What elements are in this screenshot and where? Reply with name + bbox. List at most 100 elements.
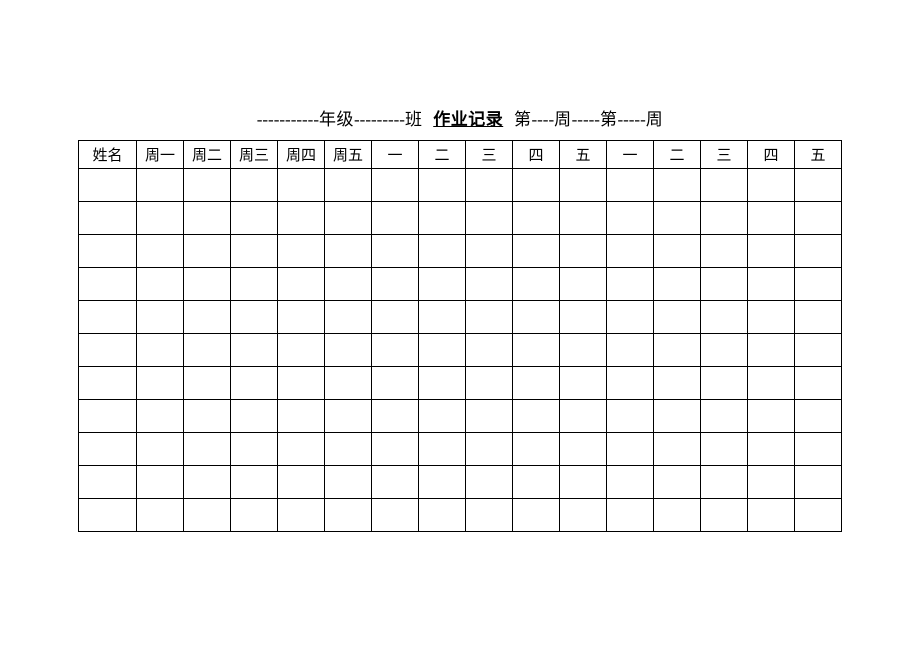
table-cell — [560, 169, 607, 202]
table-cell — [795, 301, 842, 334]
table-cell — [748, 499, 795, 532]
table-row — [79, 301, 842, 334]
table-cell — [513, 202, 560, 235]
table-cell — [278, 169, 325, 202]
table-cell — [419, 235, 466, 268]
header-mon: 周一 — [137, 141, 184, 169]
table-cell — [466, 400, 513, 433]
table-cell — [372, 169, 419, 202]
table-cell — [560, 367, 607, 400]
table-cell — [466, 202, 513, 235]
table-cell — [466, 169, 513, 202]
header-thu: 周四 — [278, 141, 325, 169]
table-cell — [748, 433, 795, 466]
table-cell — [278, 334, 325, 367]
table-cell — [278, 235, 325, 268]
table-cell — [748, 169, 795, 202]
table-cell — [654, 235, 701, 268]
dash-2: --------- — [354, 110, 405, 129]
table-cell — [654, 268, 701, 301]
table-cell — [231, 499, 278, 532]
table-cell — [795, 169, 842, 202]
table-cell — [137, 169, 184, 202]
table-cell — [607, 268, 654, 301]
table-cell — [466, 334, 513, 367]
table-cell — [184, 367, 231, 400]
dash-1: ----------- — [257, 110, 319, 129]
table-cell — [372, 268, 419, 301]
table-cell — [560, 334, 607, 367]
table-cell — [466, 433, 513, 466]
table-cell — [607, 202, 654, 235]
week-prefix-2: 第 — [600, 110, 618, 129]
table-cell — [607, 466, 654, 499]
table-cell — [184, 169, 231, 202]
header-name: 姓名 — [79, 141, 137, 169]
table-cell — [701, 499, 748, 532]
table-cell — [184, 235, 231, 268]
table-row — [79, 367, 842, 400]
table-row — [79, 202, 842, 235]
table-cell — [795, 466, 842, 499]
table-cell — [79, 301, 137, 334]
table-cell — [795, 400, 842, 433]
dash-4: ----- — [572, 110, 600, 129]
table-cell — [513, 235, 560, 268]
table-cell — [231, 235, 278, 268]
table-cell — [654, 433, 701, 466]
header-d4: 四 — [513, 141, 560, 169]
table-cell — [137, 301, 184, 334]
table-cell — [654, 169, 701, 202]
table-cell — [513, 400, 560, 433]
header-d9: 四 — [748, 141, 795, 169]
table-cell — [466, 268, 513, 301]
table-row — [79, 334, 842, 367]
week-prefix-1: 第 — [514, 110, 532, 129]
table-cell — [325, 367, 372, 400]
table-cell — [607, 334, 654, 367]
table-cell — [137, 433, 184, 466]
header-d10: 五 — [795, 141, 842, 169]
table-cell — [137, 499, 184, 532]
table-cell — [748, 466, 795, 499]
table-cell — [795, 433, 842, 466]
table-cell — [372, 367, 419, 400]
table-cell — [560, 235, 607, 268]
table-cell — [419, 367, 466, 400]
table-cell — [278, 268, 325, 301]
table-cell — [419, 169, 466, 202]
table-row — [79, 169, 842, 202]
table-cell — [372, 334, 419, 367]
table-cell — [654, 334, 701, 367]
table-cell — [513, 433, 560, 466]
table-cell — [748, 400, 795, 433]
table-cell — [231, 301, 278, 334]
table-cell — [231, 367, 278, 400]
table-cell — [654, 301, 701, 334]
table-cell — [701, 301, 748, 334]
table-cell — [654, 499, 701, 532]
table-cell — [278, 301, 325, 334]
table-cell — [137, 400, 184, 433]
table-cell — [325, 301, 372, 334]
table-cell — [231, 466, 278, 499]
table-cell — [137, 334, 184, 367]
table-cell — [560, 202, 607, 235]
header-d1: 一 — [372, 141, 419, 169]
table-cell — [184, 499, 231, 532]
table-cell — [748, 268, 795, 301]
table-cell — [607, 169, 654, 202]
table-cell — [184, 334, 231, 367]
table-cell — [231, 268, 278, 301]
table-cell — [560, 466, 607, 499]
table-cell — [79, 433, 137, 466]
table-cell — [701, 235, 748, 268]
table-cell — [466, 466, 513, 499]
table-cell — [278, 400, 325, 433]
table-cell — [278, 367, 325, 400]
table-cell — [137, 235, 184, 268]
table-cell — [607, 499, 654, 532]
table-cell — [513, 499, 560, 532]
table-cell — [466, 499, 513, 532]
table-cell — [278, 433, 325, 466]
